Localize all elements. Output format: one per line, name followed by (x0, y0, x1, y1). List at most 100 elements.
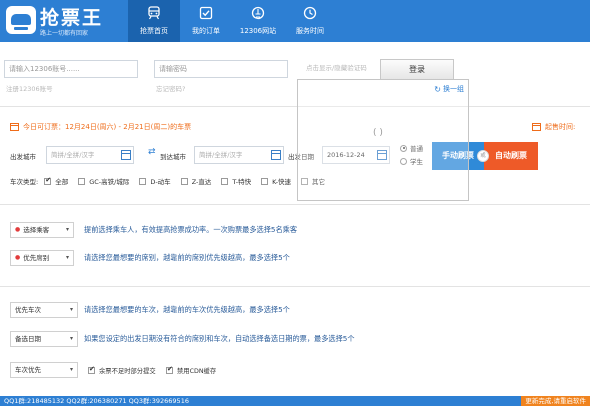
train-type-z[interactable]: Z-直达 (180, 176, 212, 186)
priority-mode-select[interactable]: 车次优先 ▾ (10, 362, 78, 378)
train-type-k[interactable]: K-快速 (261, 176, 291, 186)
captcha-loading: ( ) (373, 128, 383, 138)
train-type-z-label: Z-直达 (191, 178, 212, 186)
train-priority-button[interactable]: 优先车次 ▾ (10, 302, 78, 318)
to-city-placeholder: 简拼/全拼/汉字 (199, 151, 243, 159)
register-link[interactable]: 注册12306账号 (6, 83, 53, 93)
divider-options (0, 286, 590, 287)
refresh-icon: ↻ (434, 84, 441, 94)
captcha-refresh-button[interactable]: ↻ 换一组 (434, 84, 464, 94)
train-type-all[interactable]: 全部 (44, 176, 68, 186)
priority-mode-value: 车次优先 (15, 366, 41, 374)
checkbox-icon (166, 365, 173, 374)
train-type-gc-label: GC-高铁/城际 (89, 178, 130, 186)
city-picker-icon[interactable] (271, 150, 281, 160)
city-picker-icon[interactable] (121, 150, 131, 160)
to-city-input[interactable]: 简拼/全拼/汉字 (194, 146, 284, 164)
auto-refresh-button[interactable]: 自动刷票 (484, 142, 538, 170)
nav-home-label: 抢票首页 (140, 27, 168, 35)
nav-service-time[interactable]: 服务时间 (284, 0, 336, 42)
seat-priority-button[interactable]: ● 优先席别 ▾ (10, 250, 74, 266)
username-input[interactable]: 请输入12306账号...... (4, 60, 138, 78)
checkbox-icon (139, 177, 147, 185)
top-nav: 抢票首页 我的订单 12306网站 服务时间 (128, 0, 336, 42)
divider-mid (0, 204, 590, 205)
train-type-label: 车次类型: (10, 178, 39, 186)
backup-date-button[interactable]: 备选日期 ▾ (10, 331, 78, 347)
train-type-d-label: D-动车 (150, 178, 171, 186)
train-type-t-label: T-特快 (232, 178, 252, 186)
required-dot-icon: ● (15, 254, 21, 261)
partial-submit-checkbox[interactable]: 余票不足时部分提交 (88, 365, 166, 375)
login-row: 请输入12306账号...... 注册12306账号 请输密码 忘记密码? 点击… (0, 48, 590, 98)
chevron-down-icon: ▾ (65, 226, 69, 233)
partial-submit-label: 余票不足时部分提交 (99, 368, 156, 375)
globe-icon (251, 6, 265, 20)
from-city-input[interactable]: 简拼/全拼/汉字 (46, 146, 134, 164)
update-notice[interactable]: 更新完成,请重启软件 (521, 396, 590, 406)
from-city-placeholder: 简拼/全拼/汉字 (51, 151, 95, 159)
order-check-icon (199, 6, 213, 20)
train-type-gc[interactable]: GC-高铁/城际 (78, 176, 129, 186)
app-title: 抢票王 (40, 7, 104, 29)
select-passenger-button[interactable]: ● 选择乘客 ▾ (10, 222, 74, 238)
passenger-desc: 提前选择乘车人，有效提高抢票成功率。一次购票最多选择5名乘客 (84, 225, 298, 234)
train-desc: 请选择您最想要的车次，越靠前的车次优先级越高，最多选择5个 (84, 305, 290, 314)
checkbox-icon (261, 177, 269, 185)
login-button[interactable]: 登录 (380, 59, 454, 80)
checkbox-icon (180, 177, 188, 185)
checkbox-icon (221, 177, 229, 185)
divider-top (0, 106, 590, 107)
train-type-filters: 车次类型: 全部 GC-高铁/城际 D-动车 Z-直达 T-特快 K-快速 其它 (10, 176, 335, 187)
train-type-d[interactable]: D-动车 (139, 176, 171, 186)
nav-service-time-label: 服务时间 (296, 27, 324, 35)
nav-12306[interactable]: 12306网站 (232, 0, 284, 42)
app-header: 抢票王 路上一切都有回家 抢票首页 我的订单 12306网站 服务时间 (0, 0, 590, 42)
captcha-panel[interactable]: ↻ 换一组 ( ) (297, 79, 469, 201)
required-dot-icon: ● (15, 226, 21, 233)
disable-cdn-label: 禁用CDN缓存 (177, 368, 217, 375)
nav-home[interactable]: 抢票首页 (128, 0, 180, 42)
seat-priority-label: 优先席别 (23, 254, 50, 262)
nav-12306-label: 12306网站 (239, 27, 277, 35)
from-city-label: 出发城市 (10, 153, 36, 161)
captcha-refresh-label: 换一组 (443, 85, 464, 93)
backup-date-desc: 如果您设定的出发日期没有符合的席别和车次，自动选择备选日期的票，最多选择5个 (84, 334, 355, 343)
train-priority-label: 优先车次 (15, 306, 41, 314)
alarm-clock-icon (532, 123, 541, 131)
chevron-down-icon: ▾ (69, 335, 73, 342)
today-bookable-text: 今日可订票：12月24日(周六) - 2月21日(周二)的车票 (10, 122, 191, 132)
or-badge: 或 (477, 150, 489, 162)
app-logo: 抢票王 路上一切都有回家 (6, 3, 124, 39)
nav-orders[interactable]: 我的订单 (180, 0, 232, 42)
checkbox-icon (88, 365, 95, 374)
chevron-down-icon: ▾ (65, 254, 69, 261)
seat-desc: 请选择您最想要的席别，越靠前的席别优先级越高，最多选择5个 (84, 253, 290, 262)
chevron-down-icon: ▾ (69, 366, 73, 373)
train-type-k-label: K-快速 (272, 178, 292, 186)
sale-time-link[interactable]: 起售时间: (532, 122, 575, 132)
nav-orders-label: 我的订单 (192, 27, 220, 35)
chevron-down-icon: ▾ (69, 306, 73, 313)
backup-date-label: 备选日期 (15, 335, 41, 343)
train-type-t[interactable]: T-特快 (221, 176, 251, 186)
app-subtitle: 路上一切都有回家 (40, 30, 89, 37)
qq-groups-text: QQ1群:218485132 QQ2群:206380271 QQ3群:39266… (4, 397, 189, 405)
clock-icon (303, 6, 317, 20)
train-icon (148, 6, 160, 20)
select-passenger-label: 选择乘客 (23, 226, 50, 234)
checkbox-icon (78, 177, 86, 185)
to-city-label: 到达城市 (160, 153, 186, 161)
sale-time-label: 起售时间: (545, 123, 576, 131)
swap-cities-icon[interactable] (148, 147, 158, 158)
status-footer: QQ1群:218485132 QQ2群:206380271 QQ3群:39266… (0, 396, 590, 406)
today-bookable-label: 今日可订票：12月24日(周六) - 2月21日(周二)的车票 (23, 123, 192, 131)
captcha-toggle-link[interactable]: 点击显示/隐藏验证码 (306, 62, 367, 72)
forgot-password-link[interactable]: 忘记密码? (156, 83, 185, 93)
checkbox-icon (44, 176, 52, 185)
password-input[interactable]: 请输密码 (154, 60, 288, 78)
train-type-all-label: 全部 (55, 178, 69, 186)
disable-cdn-checkbox[interactable]: 禁用CDN缓存 (166, 365, 226, 375)
logo-badge-icon (6, 6, 36, 34)
calendar-icon (10, 123, 19, 131)
